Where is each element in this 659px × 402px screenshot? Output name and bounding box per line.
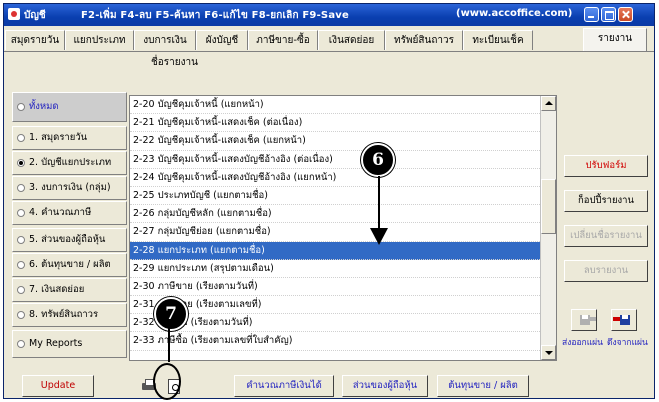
title-url: (www.accoffice.com)	[456, 8, 573, 19]
send-to-disk-button[interactable]	[571, 309, 597, 331]
category-label: 1. สมุดรายวัน	[29, 132, 88, 143]
minimize-button[interactable]	[584, 7, 599, 22]
floppy-send-icon	[580, 315, 590, 325]
update-button[interactable]: Update	[22, 375, 94, 397]
load-from-disk-button[interactable]	[611, 309, 637, 331]
radio-icon	[17, 209, 25, 217]
category-fixed-assets[interactable]: 8. ทรัพย์สินถาวร	[12, 303, 127, 327]
tab-financial-statements[interactable]: งบการเงิน	[134, 30, 196, 50]
radio-icon	[17, 103, 25, 111]
callout-6-arrow	[378, 176, 380, 232]
arrow-right-icon	[590, 317, 596, 321]
tab-fixed-assets[interactable]: ทรัพย์สินถาวร	[385, 30, 463, 50]
report-row[interactable]: 2-31 ภาษีขาย (เรียงตามเลขที่)	[130, 296, 540, 315]
report-row[interactable]: 2-27 กลุ่มบัญชีย่อย (แยกตามชื่อ)	[130, 223, 540, 242]
category-cost[interactable]: 6. ต้นทุนขาย / ผลิต	[12, 253, 127, 277]
report-name-header: ชื่อรายงาน	[151, 57, 198, 68]
callout-7-arrow	[168, 328, 170, 362]
highlight-ring	[153, 363, 181, 400]
radio-selected-icon	[17, 159, 25, 167]
category-my-reports[interactable]: My Reports	[12, 330, 127, 358]
category-label: 7. เงินสดย่อย	[29, 284, 85, 295]
radio-icon	[17, 134, 25, 142]
tab-sales-purchase-tax[interactable]: ภาษีขาย-ซื้อ	[248, 30, 318, 50]
report-row[interactable]: 2-26 กลุ่มบัญชีหลัก (แยกตามชื่อ)	[130, 205, 540, 224]
category-financial-statements[interactable]: 3. งบการเงิน (กลุ่ม)	[12, 176, 127, 200]
category-journal[interactable]: 1. สมุดรายวัน	[12, 126, 127, 150]
title-shortcuts: F2-เพิ่ม F4-ลบ F5-ค้นหา F6-แก้ไข F8-ยกเล…	[81, 10, 349, 21]
category-label: 2. บัญชีแยกประเภท	[29, 157, 112, 168]
report-row[interactable]: 2-28 แยกประเภท (แยกตามชื่อ)	[130, 241, 540, 260]
tab-ledger[interactable]: แยกประเภท	[65, 30, 134, 50]
tab-petty-cash[interactable]: เงินสดย่อย	[318, 30, 385, 50]
report-list[interactable]: 2-20 บัญชีคุมเจ้าหนี้ (แยกหน้า) 2-21 บัญ…	[129, 95, 557, 361]
radio-icon	[17, 236, 25, 244]
radio-icon	[17, 286, 25, 294]
report-row[interactable]: 2-23 บัญชีคุมเจ้าหนี้-แสดงบัญชีอ้างอิง (…	[130, 151, 540, 169]
send-to-disk-label: ส่งออกแผ่น	[562, 338, 603, 348]
report-row[interactable]: 2-24 บัญชีคุมเจ้าหนี้-แสดงบัญชีอ้างอิง (…	[130, 169, 540, 187]
rename-report-button[interactable]: เปลี่ยนชื่อรายงาน	[564, 225, 648, 247]
category-panel: ทั้งหมด 1. สมุดรายวัน 2. บัญชีแยกประเภท …	[12, 70, 127, 360]
report-rows: 2-20 บัญชีคุมเจ้าหนี้ (แยกหน้า) 2-21 บัญ…	[130, 96, 540, 351]
category-tax-calc[interactable]: 4. คำนวณภาษี	[12, 201, 127, 225]
report-row[interactable]: 2-20 บัญชีคุมเจ้าหนี้ (แยกหน้า)	[130, 96, 540, 115]
category-label: 6. ต้นทุนขาย / ผลิต	[29, 259, 111, 270]
category-ledger[interactable]: 2. บัญชีแยกประเภท	[12, 151, 127, 175]
cost-of-sales-button[interactable]: ต้นทุนขาย / ผลิต	[437, 375, 529, 397]
radio-icon	[17, 340, 25, 348]
category-label: 8. ทรัพย์สินถาวร	[29, 309, 99, 320]
category-equity[interactable]: 5. ส่วนของผู้ถือหุ้น	[12, 228, 127, 252]
scroll-thumb[interactable]	[541, 179, 556, 234]
maximize-button[interactable]	[601, 7, 616, 22]
report-row[interactable]: 2-33 ภาษีซื้อ (เรียงตามเลขที่ใบสำคัญ)	[130, 332, 540, 351]
copy-report-button[interactable]: ก็อปปี้รายงาน	[564, 190, 648, 212]
arrow-down-icon	[370, 228, 388, 245]
tab-reports[interactable]: รายงาน	[583, 28, 647, 51]
report-row[interactable]: 2-22 บัญชีคุมเจ้าหนี้-แสดงเช็ค (แยกหน้า)	[130, 132, 540, 151]
report-row[interactable]: 2-21 บัญชีคุมเจ้าหนี้-แสดงเช็ค (ต่อเนื่อ…	[130, 114, 540, 133]
category-label: 3. งบการเงิน (กลุ่ม)	[29, 182, 111, 193]
category-petty-cash[interactable]: 7. เงินสดย่อย	[12, 278, 127, 302]
report-list-scrollbar[interactable]	[540, 96, 556, 360]
category-label: 5. ส่วนของผู้ถือหุ้น	[29, 234, 106, 245]
category-label: ทั้งหมด	[29, 101, 59, 112]
callout-6: 6	[361, 143, 395, 177]
close-button[interactable]	[618, 7, 633, 22]
tab-bar: สมุดรายวัน แยกประเภท งบการเงิน ผังบัญชี …	[4, 26, 654, 52]
app-icon	[8, 8, 20, 20]
scroll-up-icon[interactable]	[541, 96, 556, 111]
radio-icon	[17, 261, 25, 269]
title-bar: บัญชี F2-เพิ่ม F4-ลบ F5-ค้นหา F6-แก้ไข F…	[4, 4, 654, 26]
equity-button[interactable]: ส่วนของผู้ถือหุ้น	[342, 375, 428, 397]
radio-icon	[17, 184, 25, 192]
report-row[interactable]: 2-30 ภาษีขาย (เรียงตามวันที่)	[130, 278, 540, 297]
window-title: บัญชี	[24, 10, 46, 21]
scroll-down-icon[interactable]	[541, 345, 556, 360]
corporate-tax-button[interactable]: คำนวณภาษีเงินได้นิติบุคคล	[234, 375, 334, 397]
callout-7: 7	[154, 297, 188, 331]
category-label: 4. คำนวณภาษี	[29, 207, 92, 218]
tab-journal[interactable]: สมุดรายวัน	[5, 30, 65, 50]
category-all[interactable]: ทั้งหมด	[12, 92, 127, 122]
report-row[interactable]: 2-29 แยกประเภท (สรุปตามเดือน)	[130, 260, 540, 278]
customize-form-button[interactable]: ปรับฟอร์ม	[564, 155, 648, 177]
radio-icon	[17, 311, 25, 319]
report-row[interactable]: 2-32 ภาษีซื้อ (เรียงตามวันที่)	[130, 314, 540, 333]
floppy-receive-icon	[620, 315, 630, 325]
load-from-disk-label: ดึงจากแผ่น	[607, 338, 648, 348]
arrow-left-icon	[613, 317, 620, 321]
category-label: My Reports	[29, 338, 83, 349]
report-row[interactable]: 2-25 ประเภทบัญชี (แยกตามชื่อ)	[130, 187, 540, 206]
delete-report-button[interactable]: ลบรายงาน	[564, 260, 648, 282]
app-window: บัญชี F2-เพิ่ม F4-ลบ F5-ค้นหา F6-แก้ไข F…	[3, 3, 655, 399]
tab-check-register[interactable]: ทะเบียนเช็ค	[463, 30, 533, 50]
tab-chart-of-accounts[interactable]: ผังบัญชี	[196, 30, 248, 50]
